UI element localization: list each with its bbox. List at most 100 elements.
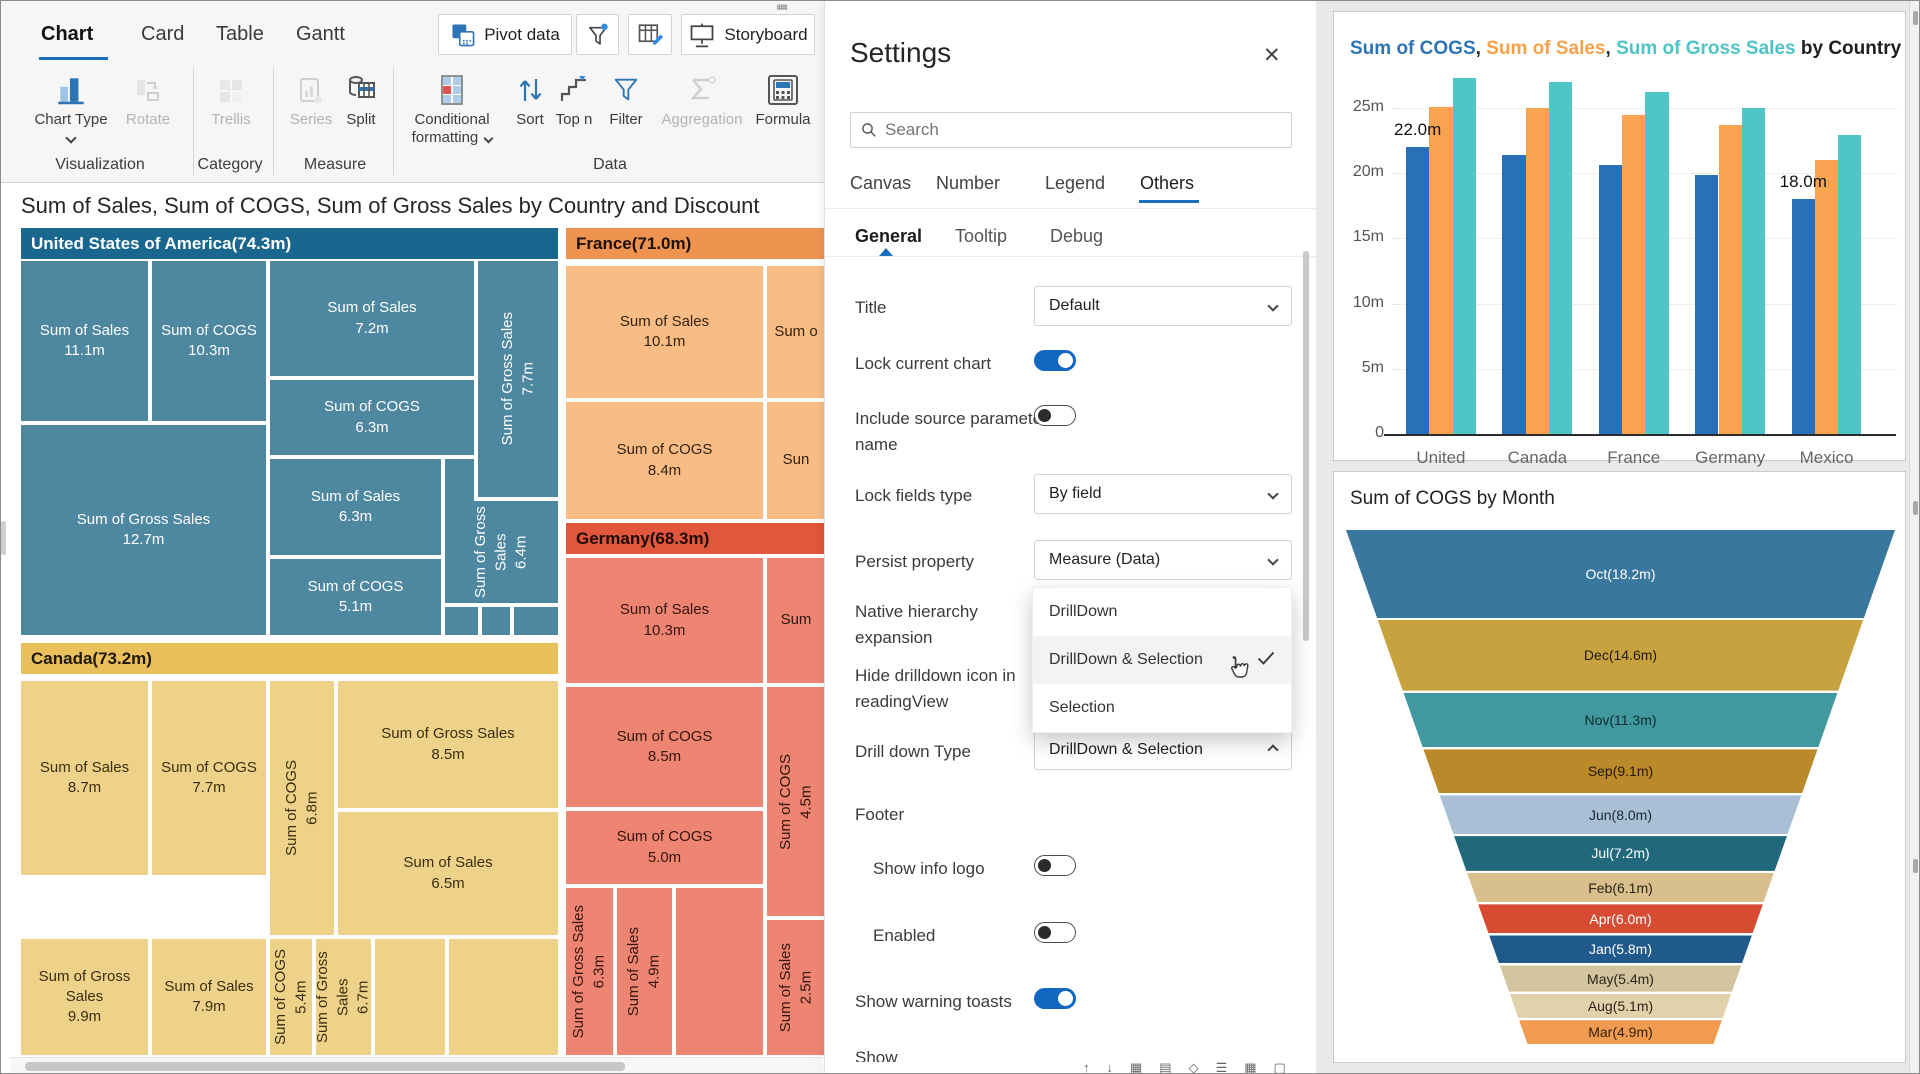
treemap-cell[interactable]: Sum of Sales6.3m <box>270 459 441 555</box>
dropdown-item-drilldown-selection[interactable]: DrillDown & Selection <box>1033 636 1291 684</box>
funnel-segment-jan[interactable]: Jan(5.8m) <box>1346 935 1895 963</box>
left-edge-handle[interactable] <box>1 521 6 555</box>
settings-tab-number[interactable]: Number <box>936 173 1000 194</box>
settings-subtab-tooltip[interactable]: Tooltip <box>955 226 1007 247</box>
bottom-bar-icon-6[interactable]: ☰ <box>1216 1058 1228 1074</box>
funnel-segment-jun[interactable]: Jun(8.0m) <box>1346 795 1895 834</box>
ribbon-formula[interactable]: Formula <box>738 65 828 129</box>
treemap-chart[interactable]: United States of America(74.3m)Sum of Sa… <box>21 228 824 1055</box>
bottom-bar-icon-5[interactable]: ◇ <box>1189 1058 1199 1074</box>
bar-sum-of-gross-sales-2[interactable] <box>1645 92 1668 434</box>
pivot-data-button[interactable]: Pivot data <box>438 14 572 55</box>
chevron-down-icon[interactable] <box>65 132 76 143</box>
funnel-segment-apr[interactable]: Apr(6.0m) <box>1346 904 1895 933</box>
setting-select-drill-down-type[interactable]: DrillDown & Selection <box>1034 730 1292 770</box>
treemap-cell-unlabeled[interactable] <box>449 939 558 1055</box>
setting-select-lock-fields-type[interactable]: By field <box>1034 474 1292 514</box>
filter-badge-button[interactable] <box>576 14 619 55</box>
setting-toggle-include-source-parameter-name[interactable] <box>1034 405 1076 426</box>
bar-sum-of-sales-1[interactable] <box>1526 108 1549 434</box>
treemap-cell[interactable]: Sum of COGS8.4m <box>566 402 763 519</box>
bar-sum-of-gross-sales-0[interactable] <box>1453 78 1476 434</box>
settings-subtab-debug[interactable]: Debug <box>1050 226 1103 247</box>
treemap-cell[interactable]: Sum of Sales10.3m <box>566 558 763 683</box>
ribbon-conditional-formatting[interactable]: Conditionalformatting <box>407 65 497 147</box>
treemap-cell[interactable]: Sum of COGS5.0m <box>566 811 763 884</box>
treemap-cell[interactable]: Sum of Sales7.9m <box>152 939 266 1055</box>
treemap-cell[interactable]: Sum of COGS4.5m <box>767 687 824 916</box>
funnel-segment-feb[interactable]: Feb(6.1m) <box>1346 873 1895 903</box>
treemap-cell[interactable]: Sum of Gross Sales6.4m <box>445 501 558 603</box>
settings-scrollbar[interactable] <box>1303 251 1309 641</box>
bottom-bar-icon-3[interactable]: ▦ <box>1130 1058 1142 1074</box>
settings-tab-others[interactable]: Others <box>1140 173 1194 194</box>
funnel-segment-jul[interactable]: Jul(7.2m) <box>1346 836 1895 871</box>
scrollbar-thumb[interactable] <box>25 1062 625 1071</box>
treemap-cell[interactable]: Sum of Gross Sales7.7m <box>478 261 558 497</box>
tab-table[interactable]: Table <box>216 23 264 46</box>
settings-subtab-general[interactable]: General <box>855 226 922 247</box>
treemap-cell[interactable]: Sum of Sales4.9m <box>617 888 672 1055</box>
treemap-cell-unlabeled[interactable] <box>514 607 558 635</box>
tab-gantt[interactable]: Gantt <box>296 23 345 46</box>
funnel-segment-sep[interactable]: Sep(9.1m) <box>1346 749 1895 793</box>
treemap-cell[interactable]: Sum of COGS6.8m <box>270 681 334 935</box>
bar-sum-of-sales-2[interactable] <box>1622 115 1645 434</box>
bottom-bar-icon-4[interactable]: ▤ <box>1159 1058 1171 1074</box>
bar-chart-card[interactable]: Sum of COGS, Sum of Sales, Sum of Gross … <box>1333 11 1906 461</box>
funnel-segment-mar[interactable]: Mar(4.9m) <box>1346 1020 1895 1044</box>
setting-toggle-enabled[interactable] <box>1034 922 1076 943</box>
funnel-segment-may[interactable]: May(5.4m) <box>1346 965 1895 991</box>
treemap-cell[interactable]: Sum of COGS5.4m <box>270 939 312 1055</box>
bar-sum-of-gross-sales-4[interactable] <box>1838 135 1861 434</box>
bar-sum-of-sales-4[interactable] <box>1815 160 1838 434</box>
setting-toggle-lock-current-chart[interactable] <box>1034 350 1076 371</box>
storyboard-button[interactable]: Storyboard <box>681 14 815 55</box>
table-edit-button[interactable] <box>628 14 672 55</box>
treemap-cell[interactable]: Sum of Sales10.1m <box>566 266 763 398</box>
bar-sum-of-gross-sales-1[interactable] <box>1549 82 1572 434</box>
treemap-cell[interactable]: Sum of Sales8.7m <box>21 681 148 875</box>
setting-toggle-show-warning-toasts[interactable] <box>1034 988 1076 1009</box>
funnel-segment-aug[interactable]: Aug(5.1m) <box>1346 994 1895 1019</box>
treemap-cell[interactable]: Sum of Gross Sales12.7m <box>21 425 266 635</box>
treemap-cell[interactable]: Sum of COGS8.5m <box>566 687 763 807</box>
setting-select-title[interactable]: Default <box>1034 286 1292 326</box>
treemap-cell-unlabeled[interactable] <box>375 939 445 1055</box>
window-right-scrollbar[interactable] <box>1909 1 1920 1074</box>
settings-tab-legend[interactable]: Legend <box>1045 173 1105 194</box>
bar-sum-of-sales-3[interactable] <box>1719 125 1742 434</box>
horizontal-scrollbar[interactable] <box>11 1057 821 1074</box>
treemap-group-canada[interactable]: Canada(73.2m)Sum of Sales8.7mSum of COGS… <box>21 643 558 1055</box>
setting-select-persist-property[interactable]: Measure (Data) <box>1034 540 1292 580</box>
treemap-cell[interactable]: Sum of Gross Sales8.5m <box>338 681 558 808</box>
treemap-cell[interactable]: Sum of Sales11.1m <box>21 261 148 421</box>
bar-sum-of-cogs-1[interactable] <box>1502 155 1525 434</box>
treemap-cell[interactable]: Sum o <box>767 266 824 398</box>
settings-search-box[interactable] <box>850 112 1292 148</box>
bottom-bar-icon-1[interactable]: ↑ <box>1083 1058 1090 1074</box>
bottom-bar-icon-2[interactable]: ↓ <box>1107 1058 1114 1074</box>
treemap-cell[interactable]: Sum of COGS10.3m <box>152 261 266 421</box>
funnel-segment-nov[interactable]: Nov(11.3m) <box>1346 693 1895 748</box>
bar-sum-of-gross-sales-3[interactable] <box>1742 108 1765 434</box>
treemap-cell[interactable]: Sum of Gross Sales6.7m <box>316 939 371 1055</box>
search-input[interactable] <box>885 120 1265 140</box>
treemap-cell[interactable]: Sum of COGS5.1m <box>270 559 441 635</box>
treemap-group-germany[interactable]: Germany(68.3m)Sum of Sales10.3mSumSum of… <box>566 523 824 1055</box>
treemap-cell-unlabeled[interactable] <box>676 888 763 1055</box>
tab-card[interactable]: Card <box>141 23 184 46</box>
bar-sum-of-cogs-0[interactable] <box>1406 147 1429 434</box>
treemap-cell-unlabeled[interactable] <box>445 607 478 635</box>
settings-tab-canvas[interactable]: Canvas <box>850 173 911 194</box>
treemap-cell[interactable]: Sum of Sales7.2m <box>270 261 474 376</box>
dropdown-item-selection[interactable]: Selection <box>1033 684 1291 732</box>
treemap-cell[interactable]: Sum of Sales2.5m <box>767 920 824 1055</box>
tab-chart[interactable]: Chart <box>41 23 93 46</box>
funnel-chart-card[interactable]: Sum of COGS by Month Oct(18.2m)Dec(14.6m… <box>1333 471 1906 1063</box>
funnel-segment-oct[interactable]: Oct(18.2m) <box>1346 530 1895 618</box>
treemap-cell[interactable]: Sun <box>767 402 824 519</box>
bar-sum-of-cogs-2[interactable] <box>1599 165 1622 434</box>
close-icon[interactable]: ✕ <box>1263 43 1281 68</box>
bar-sum-of-cogs-3[interactable] <box>1695 175 1718 434</box>
